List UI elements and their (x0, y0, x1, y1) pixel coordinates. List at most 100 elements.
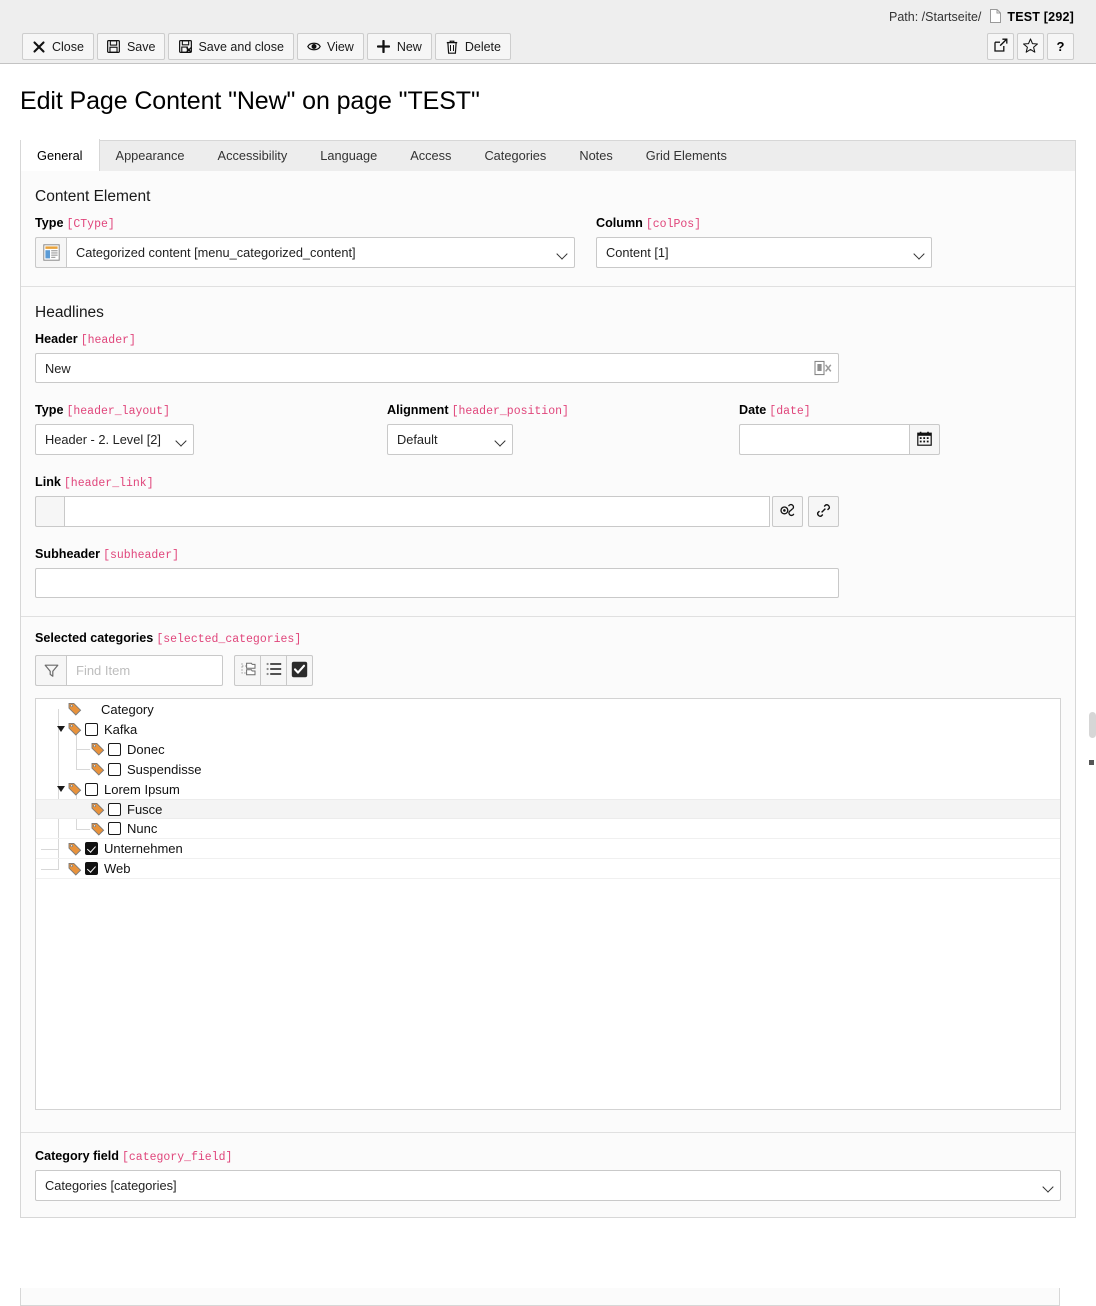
category-field-select[interactable]: Categories [categories] (35, 1170, 1061, 1201)
tree-node-checkbox[interactable] (85, 862, 98, 875)
tree-node-checkbox[interactable] (108, 803, 121, 816)
tree-node[interactable]: Kafka (36, 719, 1060, 739)
tab-grid-elements[interactable]: Grid Elements (630, 140, 744, 171)
close-icon (32, 40, 46, 54)
page-title: Edit Page Content "New" on page "TEST" (20, 87, 480, 116)
save-icon (107, 40, 121, 54)
tab-general[interactable]: General (21, 139, 100, 171)
docheader-button-bar: Close Save Save and close (22, 33, 511, 60)
tab-access[interactable]: Access (394, 140, 468, 171)
delete-button[interactable]: Delete (435, 33, 511, 60)
tree-node-checkbox[interactable] (108, 743, 121, 756)
selected-categories-label: Selected categories[selected_categories] (35, 631, 1061, 646)
calendar-icon (917, 431, 932, 449)
tree-node[interactable]: Suspendisse (36, 759, 1060, 779)
chevron-down-icon[interactable] (54, 723, 67, 736)
tab-language[interactable]: Language (304, 140, 394, 171)
tree-node[interactable]: Unternehmen (36, 839, 1060, 859)
header-link-group (35, 496, 1061, 527)
tab-accessibility[interactable]: Accessibility (202, 140, 305, 171)
link-browser-icon (780, 503, 796, 521)
save-close-icon (178, 40, 192, 54)
page-scrollbar-thumb[interactable] (1089, 712, 1096, 738)
tag-icon (90, 761, 106, 777)
date-input[interactable] (739, 424, 909, 455)
tag-icon (67, 721, 83, 737)
tree-node[interactable]: Web (36, 859, 1060, 879)
date-picker-button[interactable] (909, 424, 940, 455)
open-in-new-window-button[interactable] (987, 33, 1014, 60)
form-panel: Content Element Type[CType] (20, 171, 1076, 1218)
close-button[interactable]: Close (22, 33, 94, 60)
content-element-icon (35, 237, 66, 268)
category-tree[interactable]: Category Kafka Donec (35, 698, 1061, 1110)
tree-node-label: Web (104, 861, 131, 876)
collapse-all-button[interactable] (260, 655, 287, 686)
tree-node[interactable]: Fusce (36, 799, 1060, 819)
colpos-select[interactable]: Content [1] (596, 237, 932, 268)
tree-node-checkbox[interactable] (85, 723, 98, 736)
link-button[interactable] (808, 496, 839, 527)
save-button[interactable]: Save (97, 33, 166, 60)
category-filter-input[interactable] (66, 655, 223, 686)
header-layout-select[interactable]: Header - 2. Level [2] (35, 424, 194, 455)
tree-node-label: Donec (127, 742, 165, 757)
bookmark-button[interactable] (1017, 33, 1044, 60)
close-button-label: Close (52, 40, 84, 54)
tree-node-checkbox[interactable] (108, 763, 121, 776)
tree-node-label: Lorem Ipsum (104, 782, 180, 797)
chevron-down-icon[interactable] (54, 783, 67, 796)
tree-toggle-placeholder (54, 862, 67, 875)
subheader-label: Subheader[subheader] (35, 547, 1061, 562)
chain-link-icon (816, 503, 831, 521)
tab-notes[interactable]: Notes (563, 140, 629, 171)
tag-icon (67, 841, 83, 857)
tree-node-label: Category (101, 702, 154, 717)
plus-icon (377, 40, 391, 54)
date-label: Date[date] (739, 403, 959, 418)
toggle-selected-button[interactable] (286, 655, 313, 686)
save-and-close-button[interactable]: Save and close (168, 33, 293, 60)
text-transform-icon[interactable] (813, 359, 832, 377)
new-button[interactable]: New (367, 33, 432, 60)
tag-icon (67, 861, 83, 877)
tree-node[interactable]: Category (36, 699, 1060, 719)
ctype-label: Type[CType] (35, 216, 575, 231)
tree-node-checkbox[interactable] (85, 842, 98, 855)
tag-icon (90, 821, 106, 837)
external-link-icon (994, 38, 1008, 55)
panel-bottom-edge (20, 1288, 1060, 1306)
header-link-label: Link[header_link] (35, 475, 1061, 490)
header-position-select[interactable]: Default (387, 424, 513, 455)
tab-appearance[interactable]: Appearance (100, 140, 202, 171)
subheader-input[interactable] (35, 568, 839, 598)
date-group (739, 424, 959, 455)
eye-icon (307, 40, 321, 54)
breadcrumb: Path: /Startseite/ TEST [292] (889, 9, 1074, 24)
tree-node-label: Fusce (127, 802, 162, 817)
tree-node-checkbox[interactable] (85, 783, 98, 796)
page-icon (990, 9, 1001, 23)
question-icon: ? (1057, 39, 1065, 54)
category-field-label: Category field[category_field] (35, 1149, 1061, 1164)
help-button[interactable]: ? (1047, 33, 1074, 60)
tree-toggle-placeholder (54, 842, 67, 855)
tree-node[interactable]: Donec (36, 739, 1060, 759)
expand-all-button[interactable] (234, 655, 261, 686)
header-link-input[interactable] (64, 496, 770, 527)
link-browser-button[interactable] (772, 496, 803, 527)
tree-node[interactable]: Lorem Ipsum (36, 779, 1060, 799)
view-button[interactable]: View (297, 33, 364, 60)
delete-button-label: Delete (465, 40, 501, 54)
tree-node-label: Suspendisse (127, 762, 201, 777)
tree-node-checkbox[interactable] (108, 822, 121, 835)
tag-icon (90, 801, 106, 817)
ctype-select[interactable]: Categorized content [menu_categorized_co… (66, 237, 575, 268)
header-field-wrap (35, 353, 839, 383)
tree-node-label: Kafka (104, 722, 137, 737)
header-input[interactable] (35, 353, 839, 383)
filter-icon (35, 655, 66, 686)
tree-node[interactable]: Nunc (36, 819, 1060, 839)
document-header: Path: /Startseite/ TEST [292] Close (0, 0, 1096, 64)
tab-categories[interactable]: Categories (468, 140, 563, 171)
